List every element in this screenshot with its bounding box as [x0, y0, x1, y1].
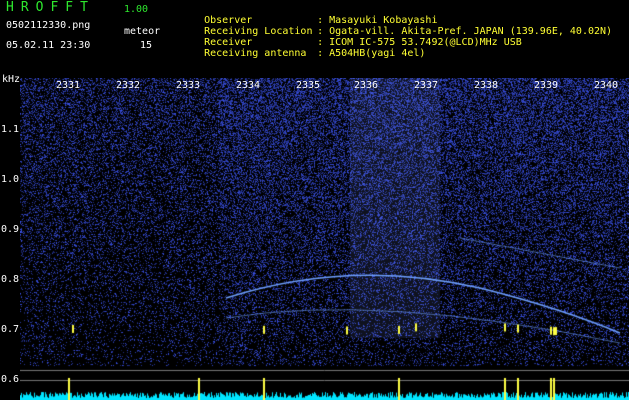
info-colon: :	[317, 48, 324, 59]
meteor-count-value: 15	[140, 40, 153, 51]
y-tick-label: 1.1	[1, 124, 20, 135]
x-tick-label: 2340	[594, 80, 619, 91]
x-tick-label: 2334	[236, 80, 261, 91]
y-tick-label: 0.9	[1, 224, 20, 235]
y-axis-unit: kHz	[2, 74, 21, 85]
x-tick-label: 2331	[56, 80, 81, 91]
info-value: A504HB(yagi 4el)	[329, 48, 426, 59]
spectrogram-canvas	[20, 78, 629, 400]
info-row-antenna: Receiving antenna: A504HB(yagi 4el)	[180, 37, 425, 70]
info-key: Receiving antenna	[204, 48, 307, 59]
x-tick-label: 2333	[176, 80, 201, 91]
capture-datetime: 05.02.11 23:30	[6, 40, 91, 51]
y-tick-label: 1.0	[1, 174, 20, 185]
file-name: 0502112330.png	[6, 20, 91, 31]
x-tick-label: 2332	[116, 80, 141, 91]
y-tick-label: 0.7	[1, 324, 20, 335]
x-tick-label: 2337	[414, 80, 439, 91]
x-tick-label: 2336	[354, 80, 379, 91]
y-tick-label: 0.8	[1, 274, 20, 285]
x-tick-label: 2338	[474, 80, 499, 91]
x-tick-label: 2339	[534, 80, 559, 91]
app-version: 1.00	[124, 4, 149, 15]
meteor-count-label: meteor	[124, 26, 161, 37]
x-tick-label: 2335	[296, 80, 321, 91]
app-title: HROFFT	[6, 0, 95, 15]
y-tick-label: 0.6	[1, 374, 20, 385]
header-panel: HROFFT 1.00 0502112330.png 05.02.11 23:3…	[0, 0, 629, 72]
